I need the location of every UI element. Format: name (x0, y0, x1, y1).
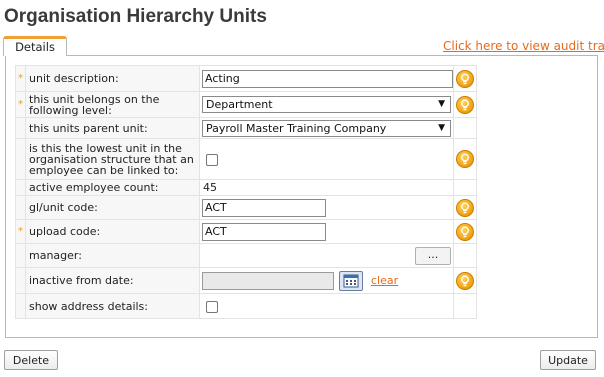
lowest-unit-label: is this the lowest unit in the organisat… (29, 141, 194, 177)
row-manager: manager: ... (15, 243, 477, 268)
manager-lookup-button[interactable]: ... (415, 246, 451, 265)
lightbulb-help-icon[interactable] (456, 222, 474, 241)
lightbulb-help-icon[interactable] (456, 95, 474, 114)
chevron-down-icon: ▼ (438, 99, 445, 109)
gl-unit-code-input[interactable] (202, 198, 326, 217)
active-employee-count-value: 45 (203, 181, 217, 194)
row-unit-description: * unit description: (15, 65, 477, 92)
update-button[interactable]: Update (540, 350, 596, 370)
inactive-from-date-label: inactive from date: (29, 274, 134, 287)
unit-description-input[interactable] (202, 69, 453, 88)
active-employee-count-label: active employee count: (29, 181, 159, 194)
form-table: * unit description: * this unit belongs … (15, 65, 477, 319)
unit-description-label: unit description: (29, 72, 119, 85)
row-belongs-to-level: * this unit belongs on the following lev… (15, 91, 477, 118)
lightbulb-help-icon[interactable] (456, 69, 474, 88)
upload-code-input[interactable] (202, 222, 326, 241)
level-select-value: Department (206, 98, 273, 111)
row-active-employee-count: active employee count: 45 (15, 179, 477, 196)
required-marker: * (18, 72, 23, 84)
row-upload-code: * upload code: (15, 219, 477, 244)
upload-code-label: upload code: (29, 225, 101, 238)
lightbulb-help-icon[interactable] (456, 150, 474, 168)
required-marker: * (18, 98, 23, 110)
lightbulb-help-icon[interactable] (456, 271, 474, 290)
clear-date-link[interactable]: clear (371, 274, 398, 287)
parent-unit-label: this units parent unit: (29, 121, 148, 135)
row-gl-unit-code: gl/unit code: (15, 195, 477, 220)
page-title: Organisation Hierarchy Units (4, 6, 267, 27)
parent-unit-select-value: Payroll Master Training Company (206, 121, 387, 135)
row-inactive-from-date: inactive from date: clear (15, 267, 477, 294)
row-show-address-details: show address details: (15, 293, 477, 319)
audit-trail-link[interactable]: Click here to view audit trail (443, 39, 604, 53)
row-parent-unit: this units parent unit: Payroll Master T… (15, 117, 477, 139)
lowest-unit-checkbox[interactable] (206, 153, 218, 166)
delete-button[interactable]: Delete (4, 350, 58, 370)
tab-details[interactable]: Details (3, 36, 67, 56)
belongs-to-level-label: this unit belongs on the following level… (29, 92, 160, 117)
chevron-down-icon: ▼ (438, 122, 445, 133)
gl-unit-code-label: gl/unit code: (29, 201, 98, 214)
required-marker: * (18, 225, 23, 237)
manager-label: manager: (29, 249, 82, 262)
show-address-details-label: show address details: (29, 299, 148, 313)
level-select[interactable]: Department ▼ (202, 96, 451, 113)
show-address-details-checkbox[interactable] (206, 300, 218, 313)
lightbulb-help-icon[interactable] (456, 198, 474, 217)
details-panel: * unit description: * this unit belongs … (5, 55, 598, 338)
calendar-icon[interactable] (338, 270, 363, 291)
parent-unit-select[interactable]: Payroll Master Training Company ▼ (202, 119, 451, 137)
inactive-from-date-input[interactable] (202, 271, 334, 290)
row-lowest-unit: is this the lowest unit in the organisat… (15, 138, 477, 180)
